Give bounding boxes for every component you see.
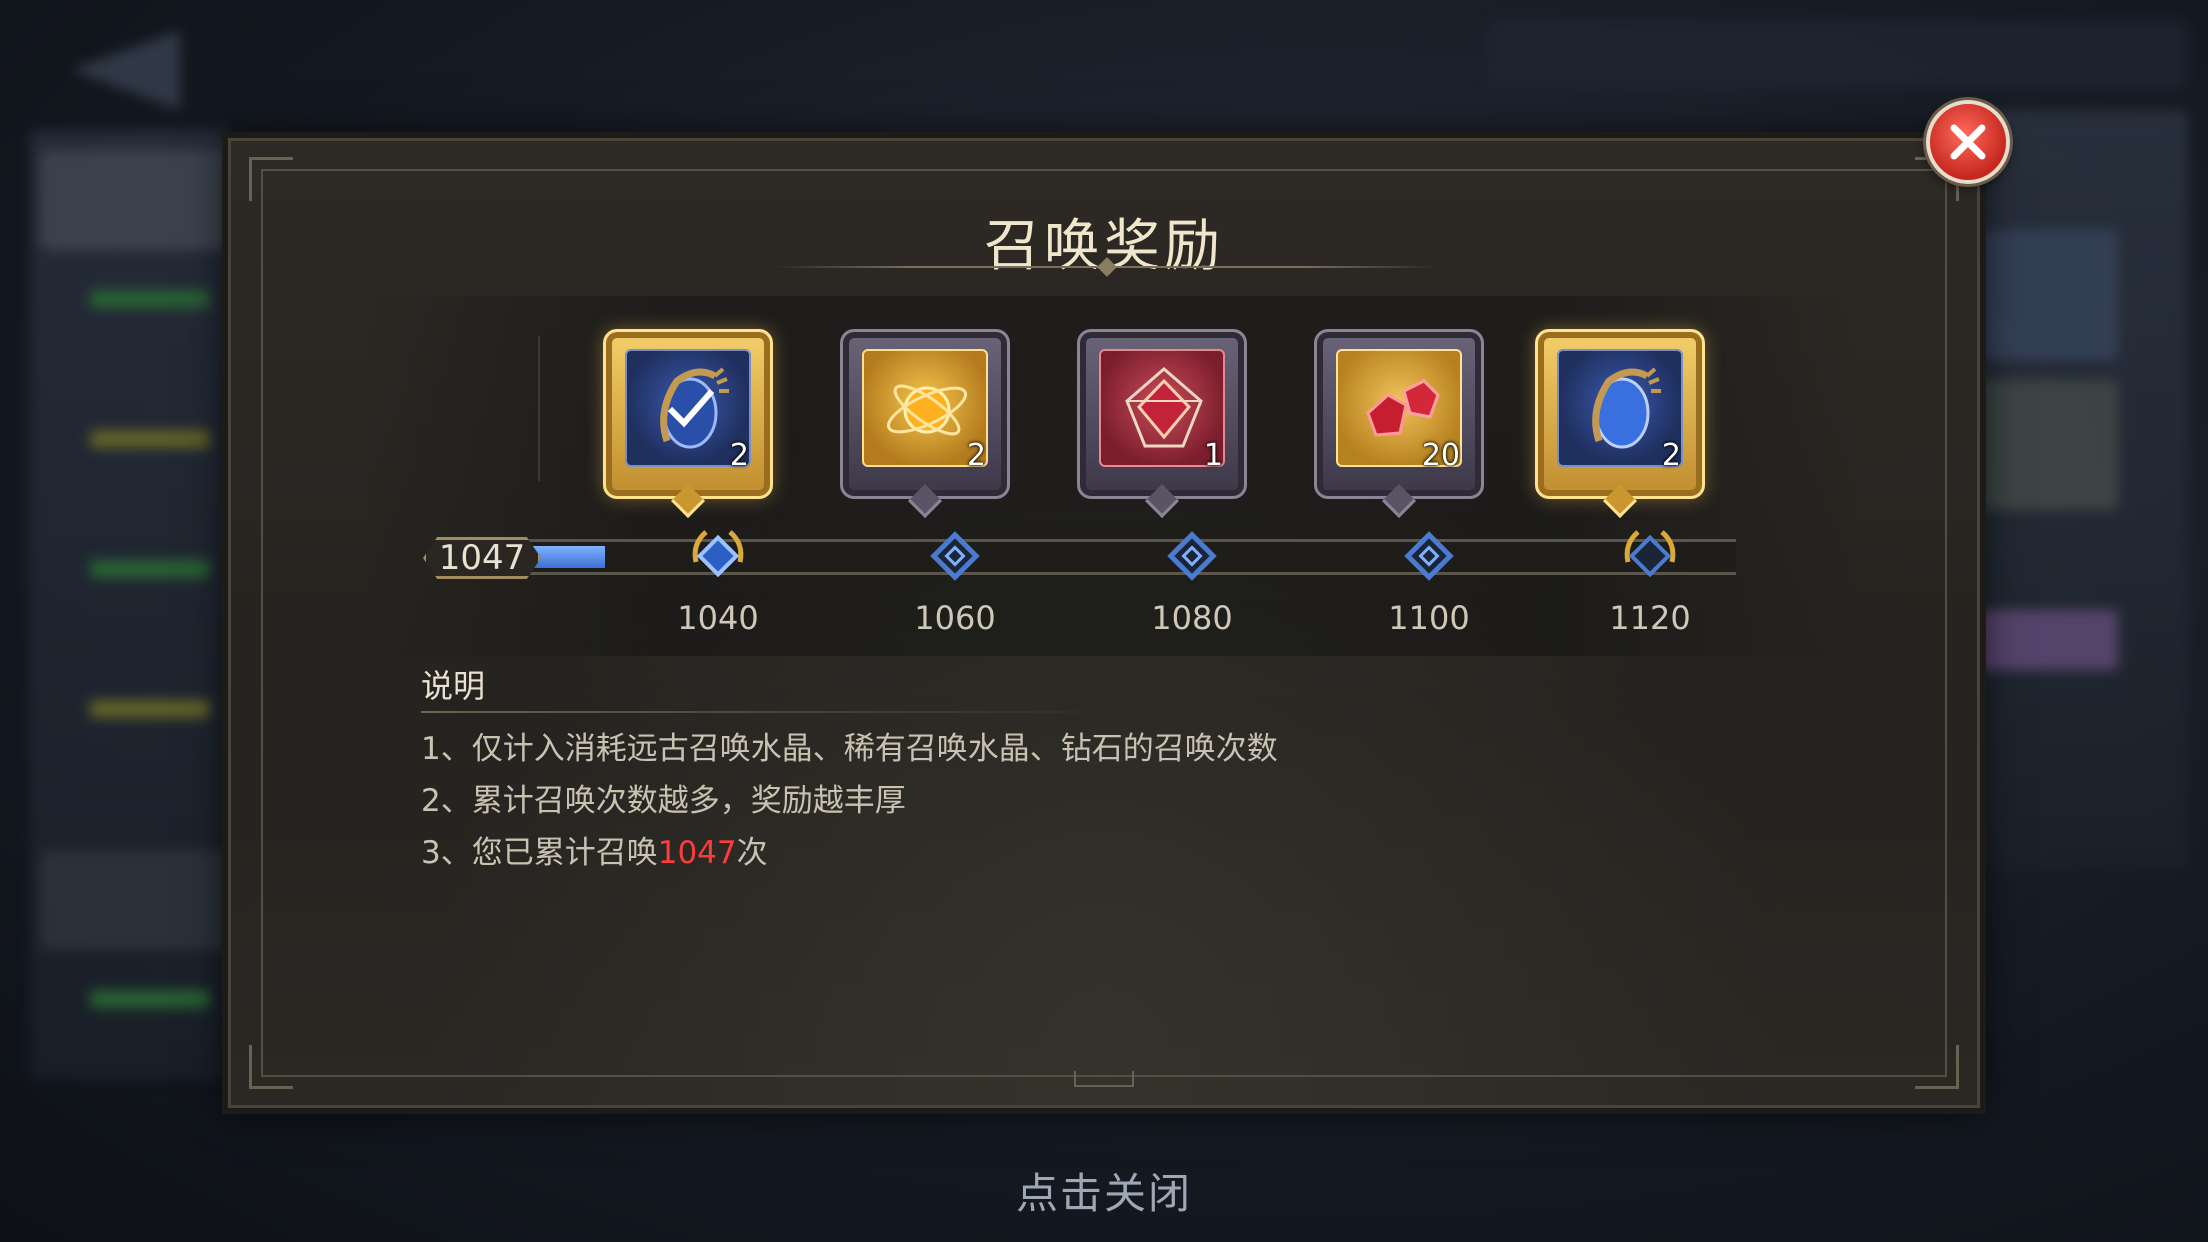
reward-item-1100[interactable]: 20 <box>1314 329 1484 518</box>
milestone-node-1100 <box>1397 524 1461 588</box>
diamond-node-icon <box>1167 531 1217 581</box>
reward-quantity: 20 <box>1421 438 1460 473</box>
description-line-3: 3、您已累计召唤1047次 <box>421 835 768 871</box>
milestone-node-1040 <box>686 524 750 588</box>
corner-ornament <box>1915 1045 1959 1089</box>
summon-count-value: 1047 <box>657 835 737 871</box>
milestone-node-1120 <box>1618 524 1682 588</box>
corner-ornament <box>249 1045 293 1089</box>
description-divider <box>421 711 1121 713</box>
diamond-node-icon <box>1404 531 1454 581</box>
corner-ornament <box>249 157 293 201</box>
reward-item-1080[interactable]: 1 <box>1077 329 1247 518</box>
current-count-badge: 1047 <box>423 537 541 579</box>
reward-quantity: 2 <box>729 438 749 473</box>
description-line-2: 2、累计召唤次数越多，奖励越丰厚 <box>421 783 906 819</box>
reward-item-1040[interactable]: 2 <box>603 329 773 518</box>
reward-quantity: 2 <box>966 438 986 473</box>
close-icon <box>1950 124 1986 160</box>
diamond-node-icon <box>930 531 980 581</box>
tap-to-close-hint[interactable]: 点击关闭 <box>0 1160 2208 1221</box>
reward-quantity: 1 <box>1203 438 1223 473</box>
reward-item-1060[interactable]: 2 <box>840 329 1010 518</box>
left-panel <box>30 130 230 1080</box>
reward-item-1120[interactable]: 2 <box>1535 329 1705 518</box>
back-arrow-icon <box>70 30 180 110</box>
milestone-label: 1060 <box>914 599 996 637</box>
laurel-diamond-icon <box>692 530 744 578</box>
milestone-node-1060 <box>923 524 987 588</box>
milestone-label: 1100 <box>1388 599 1470 637</box>
close-button[interactable] <box>1926 100 2010 184</box>
right-panel <box>1948 110 2188 870</box>
description-heading: 说明 <box>421 667 486 705</box>
summon-reward-dialog: 召唤奖励 2 2 1 20 2 1047 1040 1060 1080 1100… <box>228 138 1980 1108</box>
reward-quantity: 2 <box>1661 438 1681 473</box>
claimed-check-icon <box>667 389 715 428</box>
milestone-label: 1080 <box>1151 599 1233 637</box>
summon-progress-track <box>436 539 1736 575</box>
milestone-label: 1120 <box>1609 599 1691 637</box>
bottom-ornament <box>1074 1071 1134 1087</box>
description-line-1: 1、仅计入消耗远古召唤水晶、稀有召唤水晶、钻石的召唤次数 <box>421 731 1278 767</box>
milestone-node-1080 <box>1160 524 1224 588</box>
milestone-label: 1040 <box>677 599 759 637</box>
top-resource-bar <box>1488 20 2188 90</box>
laurel-diamond-icon <box>1624 530 1676 578</box>
